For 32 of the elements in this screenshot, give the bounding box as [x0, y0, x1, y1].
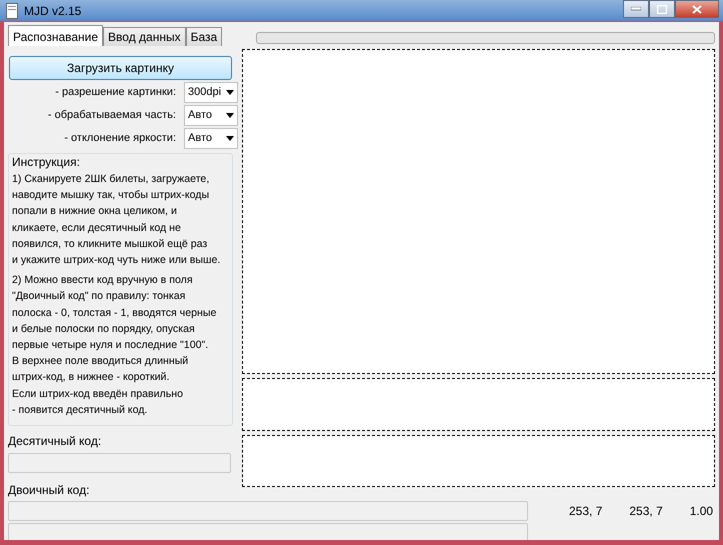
reading: 253, 7 — [569, 503, 602, 520]
setting-label: - отклонение яркости: — [64, 131, 176, 146]
maximize-icon — [657, 4, 667, 14]
tab[interactable]: Ввод данных — [103, 27, 186, 46]
tab[interactable]: База — [186, 27, 222, 46]
dropdown[interactable]: 300dpi — [184, 82, 238, 103]
decimal-code-field[interactable] — [8, 453, 231, 474]
minimize-button[interactable] — [623, 0, 649, 18]
dropdown[interactable]: Авто — [184, 105, 238, 126]
close-button[interactable] — [675, 0, 719, 18]
dropdown-caret-icon — [226, 136, 234, 141]
setting-label: - обрабатываемая часть: — [48, 108, 176, 124]
instruction-text: 1) Сканируете 2ШК билеты, загружаете, наводите мышку так, чтобы штрих-коды попали в нижние окна целиком, и кликаете, если десятичный код не появился, то кликните мышкой ещё раз и укажите штрих-код чуть ниже или выше. — [12, 172, 222, 268]
dropdown-caret-icon — [226, 90, 234, 95]
setting-label: - разрешение картинки: — [55, 85, 176, 100]
binary-code-field[interactable] — [8, 523, 528, 540]
field-label: Десятичный код: — [8, 433, 102, 450]
reading: 253, 7 — [629, 503, 663, 520]
reading: 1.00 — [690, 503, 714, 520]
window-title: MJD v2.15 — [24, 3, 82, 20]
maximize-button[interactable] — [649, 0, 675, 18]
instruction-text: 2) Можно ввести код вручную в поля "Двоичный код" по правилу: тонкая полоска - 0, толстая - 1, вводятся черные и белые полоски по порядку, опуская первые четыре нуля и последние "100". В верхнее поле вводиться длинный штрих-код, в нижнее - короткий. Если штрих-код введён правильно - появится десятичный код. — [12, 273, 218, 418]
binary-code-field[interactable] — [8, 501, 528, 521]
instruction-title: Инструкция: — [12, 154, 81, 171]
tab[interactable]: Распознавание — [8, 25, 104, 46]
field-label: Двоичный код: — [8, 482, 90, 499]
app-icon — [6, 3, 18, 19]
dropdown[interactable]: Авто — [184, 128, 238, 149]
load-image-button[interactable]: Загрузить картинку — [9, 56, 232, 80]
minimize-icon — [631, 7, 641, 11]
dropdown-caret-icon — [226, 113, 234, 118]
close-icon — [692, 4, 702, 14]
